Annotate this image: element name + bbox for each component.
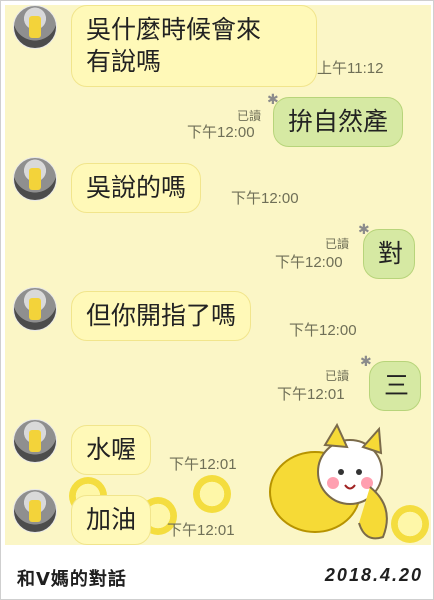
message-time: 下午12:01 <box>167 522 235 539</box>
read-status: 已讀 <box>325 369 350 383</box>
chat-area: 吳什麼時候會來 有說嗎 上午11:12 已讀 下午12:00 ✱ 拚自然產 吳說… <box>5 5 431 545</box>
message-time: 下午12:01 <box>277 386 345 403</box>
caption-title: 和V媽的對話 <box>17 569 127 590</box>
image-caption: 和V媽的對話 2018.4.20 <box>5 547 431 599</box>
incoming-message-bubble: 吳什麼時候會來 有說嗎 <box>71 5 317 87</box>
incoming-message-bubble: 吳說的嗎 <box>71 163 202 213</box>
read-status: 已讀 <box>325 237 350 251</box>
avatar[interactable] <box>13 419 57 463</box>
avatar[interactable] <box>13 489 57 533</box>
message-time: 下午12:00 <box>275 254 343 271</box>
outgoing-message-bubble: 拚自然產 <box>273 97 404 147</box>
screenshot-frame: 吳什麼時候會來 有說嗎 上午11:12 已讀 下午12:00 ✱ 拚自然產 吳說… <box>0 0 434 600</box>
avatar[interactable] <box>13 5 57 49</box>
message-time: 下午12:01 <box>169 456 237 473</box>
caption-date: 2018.4.20 <box>324 565 423 585</box>
message-time: 下午12:00 <box>187 124 255 141</box>
message-time: 下午12:00 <box>289 322 357 339</box>
raccoon-mascot-icon <box>255 417 405 545</box>
avatar[interactable] <box>13 157 57 201</box>
avatar[interactable] <box>13 287 57 331</box>
lemon-decoration <box>193 475 231 513</box>
message-time: 上午11:12 <box>317 60 384 77</box>
incoming-message-bubble: 加油 <box>71 495 152 545</box>
incoming-message-bubble: 水喔 <box>71 425 152 475</box>
message-time: 下午12:00 <box>231 190 299 207</box>
incoming-message-bubble: 但你開指了嗎 <box>71 291 252 341</box>
outgoing-message-bubble: 三 <box>369 361 421 411</box>
outgoing-message-bubble: 對 <box>363 229 415 279</box>
